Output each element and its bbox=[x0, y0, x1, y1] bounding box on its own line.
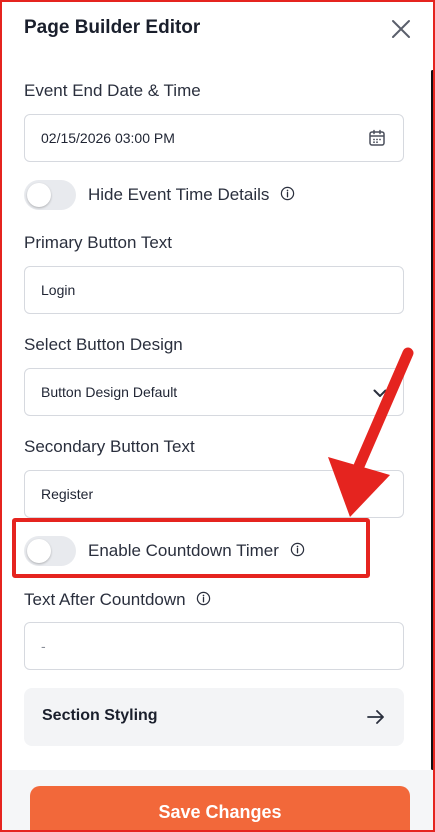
panel-title: Page Builder Editor bbox=[24, 17, 201, 38]
event-end-value: 02/15/2026 03:00 PM bbox=[41, 130, 175, 146]
secondary-button-input[interactable]: Register bbox=[24, 470, 404, 518]
primary-button-value: Login bbox=[41, 282, 76, 298]
button-design-label: Select Button Design bbox=[24, 335, 183, 354]
button-design-select[interactable]: Button Design Default bbox=[24, 368, 404, 416]
after-countdown-input[interactable]: - bbox=[24, 622, 404, 670]
section-styling-row[interactable]: Section Styling bbox=[24, 688, 404, 746]
editor-panel: Page Builder Editor Event End Date & Tim… bbox=[2, 2, 433, 830]
section-styling-label: Section Styling bbox=[42, 707, 158, 724]
after-countdown-text: Text After Countdown bbox=[24, 590, 186, 609]
primary-button-label: Primary Button Text bbox=[24, 233, 173, 252]
hide-time-text: Hide Event Time Details bbox=[88, 185, 270, 204]
chevron-down-icon[interactable] bbox=[371, 384, 389, 402]
arrow-right-icon bbox=[367, 710, 384, 724]
countdown-text: Enable Countdown Timer bbox=[88, 541, 279, 560]
after-countdown-label: Text After Countdown bbox=[24, 590, 211, 610]
close-icon[interactable] bbox=[388, 16, 414, 42]
event-end-input[interactable]: 02/15/2026 03:00 PM bbox=[24, 114, 404, 162]
toggle-knob bbox=[27, 183, 51, 207]
button-design-value: Button Design Default bbox=[41, 384, 178, 400]
panel-header: Page Builder Editor bbox=[2, 2, 433, 58]
countdown-toggle[interactable] bbox=[24, 536, 76, 566]
info-icon[interactable] bbox=[280, 186, 295, 201]
after-countdown-value: - bbox=[41, 638, 46, 654]
hide-time-toggle[interactable] bbox=[24, 180, 76, 210]
countdown-label: Enable Countdown Timer bbox=[88, 541, 305, 561]
info-icon[interactable] bbox=[196, 591, 211, 606]
scrollbar[interactable] bbox=[431, 70, 433, 770]
primary-button-input[interactable]: Login bbox=[24, 266, 404, 314]
save-changes-button[interactable]: Save Changes bbox=[30, 786, 410, 830]
hide-time-label: Hide Event Time Details bbox=[88, 185, 295, 205]
toggle-knob bbox=[27, 539, 51, 563]
info-icon[interactable] bbox=[290, 542, 305, 557]
secondary-button-label: Secondary Button Text bbox=[24, 437, 195, 456]
calendar-icon[interactable] bbox=[368, 129, 386, 147]
secondary-button-value: Register bbox=[41, 486, 94, 502]
event-end-label: Event End Date & Time bbox=[24, 81, 201, 100]
